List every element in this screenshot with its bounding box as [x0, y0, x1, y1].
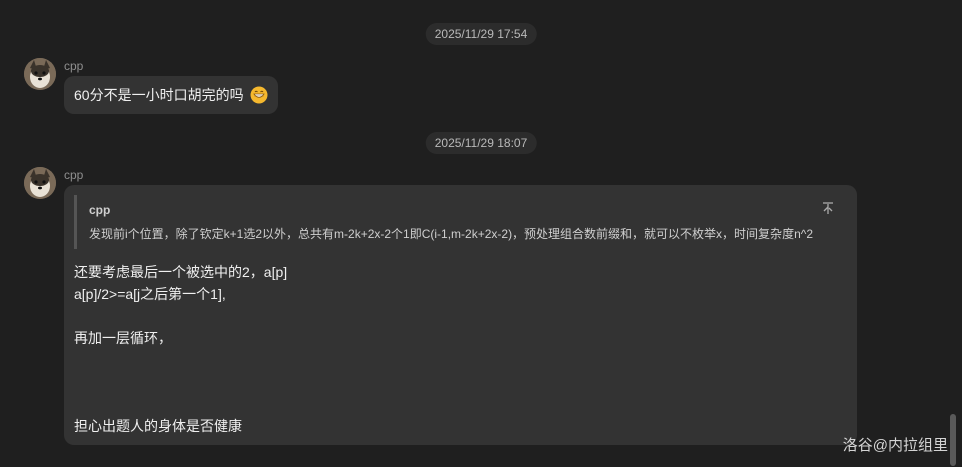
timestamp-pill: 2025/11/29 17:54	[425, 23, 537, 45]
dog-avatar-icon	[24, 58, 56, 90]
message-bubble[interactable]: 60分不是一小时口胡完的吗	[64, 76, 278, 114]
message-line: 担心出题人的身体是否健康	[74, 418, 242, 434]
avatar[interactable]	[24, 58, 56, 90]
grinning-face-icon	[250, 86, 268, 104]
scrollbar[interactable]	[950, 414, 956, 466]
quoted-message[interactable]: cpp 发现前i个位置，除了钦定k+1选2以外，总共有m-2k+2x-2个1即C…	[74, 195, 847, 249]
message-text: 60分不是一小时口胡完的吗	[74, 87, 244, 103]
sender-name: cpp	[64, 59, 84, 73]
sender-name: cpp	[64, 168, 84, 182]
watermark: 洛谷@内拉组里	[842, 437, 948, 454]
message-bubble[interactable]: cpp 发现前i个位置，除了钦定k+1选2以外，总共有m-2k+2x-2个1即C…	[64, 185, 857, 445]
avatar[interactable]	[24, 167, 56, 199]
message-line: 再加一层循环，	[74, 330, 172, 346]
chat-window: 2025/11/29 17:54 cpp 60分不是一小时口胡完的吗 2025/…	[0, 0, 962, 467]
message-line: 还要考虑最后一个被选中的2，a[p]	[74, 264, 288, 280]
pin-icon[interactable]	[821, 201, 835, 215]
dog-avatar-icon	[24, 167, 56, 199]
timestamp-pill: 2025/11/29 18:07	[425, 132, 537, 154]
message-line: a[p]/2>=a[j之后第一个1],	[74, 286, 226, 302]
quote-sender: cpp	[89, 203, 111, 217]
quote-text: 发现前i个位置，除了钦定k+1选2以外，总共有m-2k+2x-2个1即C(i-1…	[89, 227, 814, 241]
